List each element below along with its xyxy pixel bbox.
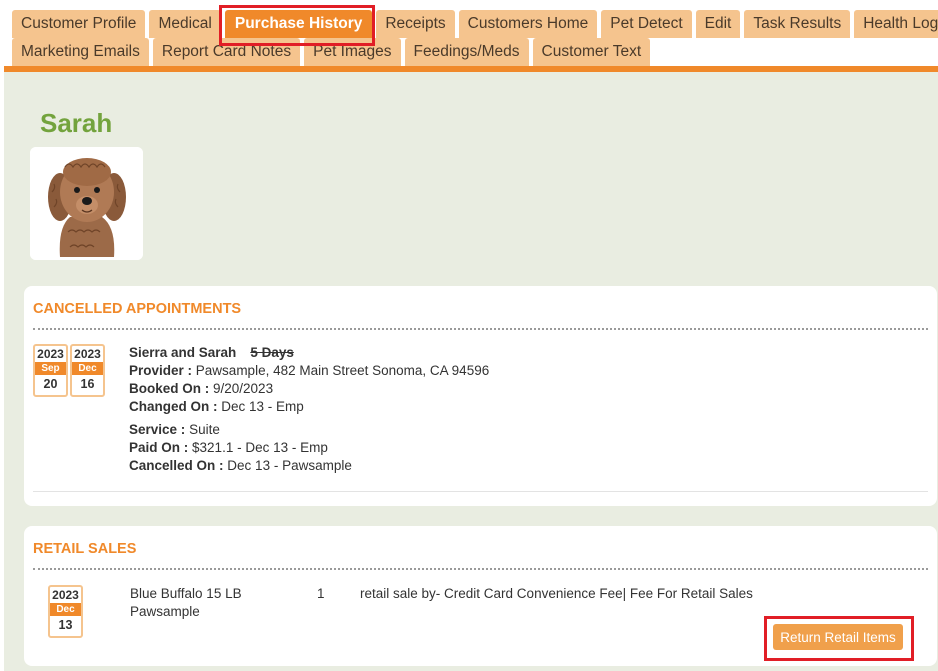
- booked-row: Booked On : 9/20/2023: [129, 380, 489, 398]
- tab-customers-home[interactable]: Customers Home: [458, 10, 598, 38]
- main-content: Sarah CANCELLED APPOINTMENTS 2023 Sep 20…: [4, 72, 938, 671]
- item-name: Blue Buffalo 15 LB: [130, 586, 242, 601]
- tab-customer-profile[interactable]: Customer Profile: [12, 10, 146, 38]
- cancelled-value: Dec 13 - Pawsample: [227, 458, 352, 473]
- tab-customer-text[interactable]: Customer Text: [532, 38, 651, 66]
- tab-feedings-meds[interactable]: Feedings/Meds: [404, 38, 529, 66]
- divider: [33, 328, 928, 330]
- retail-item-note: retail sale by- Credit Card Convenience …: [360, 586, 753, 601]
- booked-label: Booked On :: [129, 381, 210, 396]
- changed-label: Changed On :: [129, 399, 218, 414]
- cancelled-appointments-title: CANCELLED APPOINTMENTS: [33, 301, 242, 317]
- retail-sales-card: RETAIL SALES 2023 Dec 13 Blue Buffalo 15…: [24, 526, 937, 666]
- retail-item-name: Blue Buffalo 15 LB Pawsample: [130, 585, 242, 621]
- appointment-duration: 5 Days: [250, 345, 294, 360]
- provider-value: Pawsample, 482 Main Street Sonoma, CA 94…: [195, 363, 490, 378]
- retail-item-quantity: 1: [317, 586, 325, 601]
- divider: [33, 568, 928, 570]
- tab-purchase-history[interactable]: Purchase History: [224, 10, 373, 38]
- end-year: 2023: [74, 347, 101, 361]
- service-row: Service : Suite: [129, 421, 489, 439]
- end-day: 16: [80, 377, 95, 391]
- paid-value: $321.1 - Dec 13 - Emp: [192, 440, 328, 455]
- return-retail-items-button[interactable]: Return Retail Items: [773, 624, 903, 650]
- tab-bar: Customer Profile Medical Purchase Histor…: [0, 0, 938, 72]
- paid-row: Paid On : $321.1 - Dec 13 - Emp: [129, 439, 489, 457]
- provider-row: Provider : Pawsample, 482 Main Street So…: [129, 362, 489, 380]
- tab-report-card-notes[interactable]: Report Card Notes: [152, 38, 301, 66]
- sale-year: 2023: [52, 588, 79, 602]
- retail-sales-title: RETAIL SALES: [33, 541, 137, 557]
- cancelled-label: Cancelled On :: [129, 458, 224, 473]
- start-month: Sep: [35, 362, 66, 375]
- tab-receipts[interactable]: Receipts: [376, 10, 455, 38]
- end-month: Dec: [72, 362, 103, 375]
- start-date-box: 2023 Sep 20: [33, 344, 68, 397]
- appointment-header: Sierra and Sarah 5 Days: [129, 344, 489, 362]
- booked-value: 9/20/2023: [213, 381, 274, 396]
- tab-edit[interactable]: Edit: [695, 10, 741, 38]
- service-value: Suite: [189, 422, 220, 437]
- changed-value: Dec 13 - Emp: [221, 399, 304, 414]
- service-label: Service :: [129, 422, 186, 437]
- sale-month: Dec: [50, 603, 81, 616]
- tab-marketing-emails[interactable]: Marketing Emails: [12, 38, 149, 66]
- tab-task-results[interactable]: Task Results: [744, 10, 851, 38]
- changed-row: Changed On : Dec 13 - Emp: [129, 398, 489, 416]
- divider: [33, 491, 928, 492]
- start-day: 20: [43, 377, 58, 391]
- tab-health-log[interactable]: Health Log: [854, 10, 938, 38]
- tab-pet-images[interactable]: Pet Images: [304, 38, 401, 66]
- end-date-box: 2023 Dec 16: [70, 344, 105, 397]
- item-vendor: Pawsample: [130, 604, 200, 619]
- dog-photo-icon: [30, 147, 143, 260]
- paid-label: Paid On :: [129, 440, 189, 455]
- sale-day: 13: [58, 618, 73, 632]
- provider-label: Provider :: [129, 363, 193, 378]
- sale-date-box: 2023 Dec 13: [48, 585, 83, 638]
- tab-medical[interactable]: Medical: [149, 10, 221, 38]
- tab-pet-detect[interactable]: Pet Detect: [601, 10, 692, 38]
- pet-name: Sarah: [40, 108, 113, 138]
- start-year: 2023: [37, 347, 64, 361]
- appointment-details: Sierra and Sarah 5 Days Provider : Pawsam…: [129, 344, 489, 475]
- appointment-pets: Sierra and Sarah: [129, 345, 237, 360]
- cancelled-row: Cancelled On : Dec 13 - Pawsample: [129, 457, 489, 475]
- tab-row-2: Marketing Emails Report Card Notes Pet I…: [12, 38, 654, 66]
- tab-row-1: Customer Profile Medical Purchase Histor…: [12, 10, 938, 38]
- cancelled-appointments-card: CANCELLED APPOINTMENTS 2023 Sep 20 2023 …: [24, 286, 937, 506]
